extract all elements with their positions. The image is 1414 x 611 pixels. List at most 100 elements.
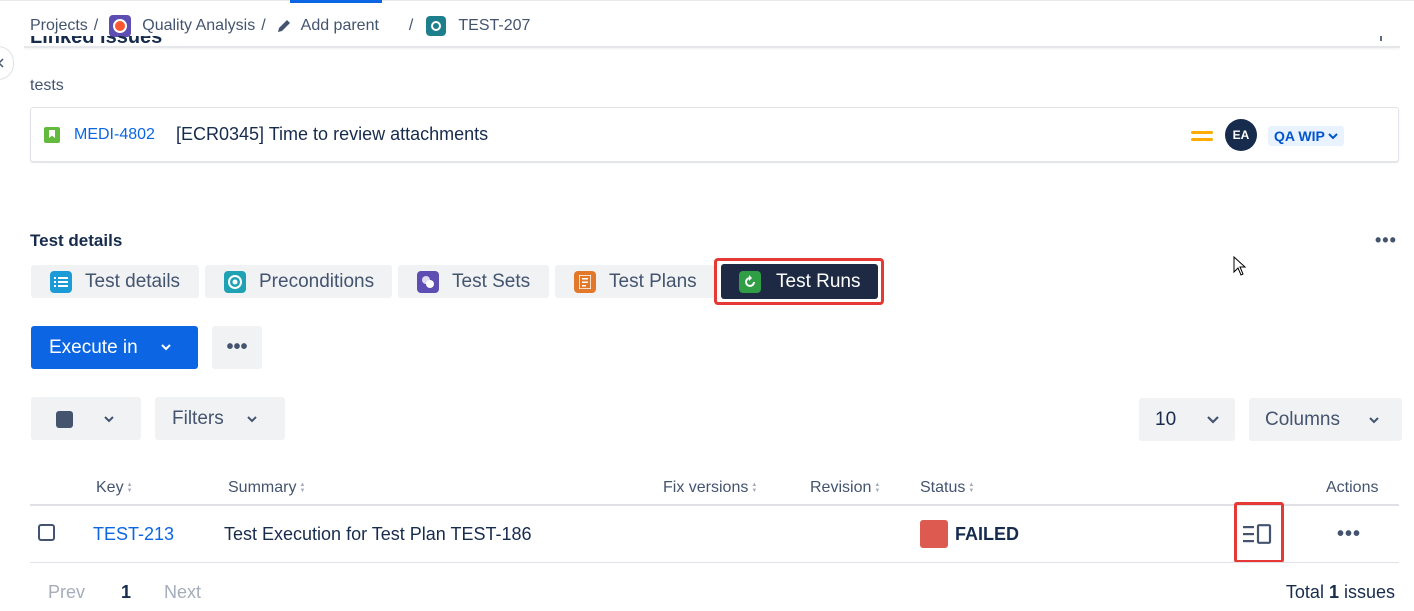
chevron-down-icon <box>1207 416 1219 424</box>
linked-issue-summary[interactable]: [ECR0345] Time to review attachments <box>176 124 488 145</box>
project-avatar-icon <box>109 15 132 37</box>
more-actions-button[interactable]: ••• <box>212 326 262 369</box>
row-status: FAILED <box>955 524 1020 544</box>
tab-test-sets[interactable]: Test Sets <box>398 265 549 298</box>
tab-test-runs[interactable]: Test Runs <box>721 264 878 299</box>
linked-issues-title: Linked issues <box>30 36 163 48</box>
breadcrumb-separator: / <box>93 17 99 34</box>
test-details-more-button[interactable]: ••• <box>1375 230 1397 251</box>
column-header-actions: Actions <box>1326 479 1378 497</box>
total-issues-label: Total 1 issues <box>1286 582 1395 603</box>
total-prefix: Total <box>1285 582 1324 602</box>
execution-details-icon[interactable] <box>1243 524 1273 544</box>
column-header-label: Revision <box>810 479 872 496</box>
columns-label: Columns <box>1265 408 1340 430</box>
execute-in-button[interactable]: Execute in <box>31 326 198 369</box>
tab-label: Test Runs <box>776 270 861 292</box>
breadcrumb-project[interactable]: Quality Analysis <box>106 15 255 37</box>
column-header-label: Actions <box>1326 479 1379 496</box>
test-run-icon <box>739 270 761 293</box>
priority-medium-icon <box>1191 128 1213 144</box>
column-header-label: Status <box>920 479 966 496</box>
columns-button[interactable]: Columns <box>1249 398 1402 441</box>
pencil-icon <box>276 18 292 34</box>
chevron-left-icon <box>0 58 4 68</box>
page-size-select[interactable]: 10 <box>1139 398 1235 441</box>
sort-icon: ▲ ▼ <box>874 482 881 494</box>
story-icon <box>44 127 60 143</box>
tab-label: Test Sets <box>452 270 531 292</box>
breadcrumb-separator: / <box>261 17 266 34</box>
header-divider <box>24 46 1400 48</box>
plus-icon: + <box>1374 36 1388 47</box>
tab-preconditions[interactable]: Preconditions <box>205 265 392 298</box>
column-header-label: Fix versions <box>663 479 749 496</box>
filters-button[interactable]: Filters <box>155 397 285 440</box>
breadcrumb-projects[interactable]: Projects <box>30 17 88 35</box>
tab-test-plans[interactable]: Test Plans <box>555 265 715 298</box>
total-suffix: issues <box>1343 582 1395 602</box>
column-header-key[interactable]: Key ▲ ▼ <box>96 479 133 497</box>
top-border <box>0 0 1414 3</box>
breadcrumb-issue-key: TEST-207 <box>458 17 531 34</box>
status-color-swatch <box>920 520 948 548</box>
row-checkbox[interactable] <box>38 524 55 541</box>
chevron-down-icon <box>161 344 171 351</box>
link-relation-label: tests <box>30 77 64 94</box>
column-header-status[interactable]: Status ▲ ▼ <box>920 479 974 497</box>
breadcrumb: Projects / Quality Analysis / Add parent… <box>30 14 530 38</box>
add-parent-link[interactable]: Add parent <box>274 17 379 35</box>
column-header-label: Key <box>96 479 124 496</box>
list-icon <box>50 270 72 293</box>
chevron-down-icon <box>1369 417 1379 424</box>
add-linked-issue-button[interactable]: + <box>1374 36 1388 47</box>
linked-issue-key[interactable]: MEDI-4802 <box>74 126 155 144</box>
page-number-button[interactable]: 1 <box>121 582 131 603</box>
row-actions-button[interactable]: ••• <box>1337 523 1361 546</box>
tab-label: Preconditions <box>259 270 375 292</box>
execute-in-label: Execute in <box>49 336 138 358</box>
test-issue-type-icon <box>426 16 447 36</box>
table-row-divider <box>30 562 1399 563</box>
column-header-fix-versions[interactable]: Fix versions ▲ ▼ <box>663 479 757 497</box>
prev-page-button[interactable]: Prev <box>48 582 85 603</box>
breadcrumb-separator: / <box>408 17 414 34</box>
test-plan-icon <box>574 270 596 293</box>
breadcrumb-issue[interactable]: TEST-207 <box>426 16 530 36</box>
next-page-button[interactable]: Next <box>164 582 201 603</box>
page-size-value: 10 <box>1155 408 1177 430</box>
sort-icon: ▲ ▼ <box>751 482 758 494</box>
table-header-divider <box>30 504 1399 506</box>
row-key-link[interactable]: TEST-213 <box>93 524 174 545</box>
sort-icon: ▲ ▼ <box>299 482 306 494</box>
sort-icon: ▲ ▼ <box>126 482 133 494</box>
linked-issue-card[interactable]: MEDI-4802 [ECR0345] Time to review attac… <box>30 107 1399 162</box>
column-header-label: Summary <box>228 479 297 496</box>
assignee-avatar[interactable]: EA <box>1225 119 1257 151</box>
chevron-down-icon <box>104 416 114 423</box>
sidebar-collapse-button[interactable] <box>0 46 14 80</box>
total-count: 1 <box>1328 582 1339 602</box>
tab-label: Test details <box>85 270 181 292</box>
linked-issues-heading: Linked issues <box>30 36 162 48</box>
chevron-down-icon <box>1328 132 1338 139</box>
tab-test-details[interactable]: Test details <box>31 265 199 298</box>
mouse-cursor-icon <box>1233 256 1247 276</box>
add-parent-label: Add parent <box>300 17 379 34</box>
chevron-down-icon <box>247 416 257 423</box>
select-all-dropdown[interactable] <box>31 397 141 440</box>
sort-icon: ▲ ▼ <box>968 482 975 494</box>
breadcrumb-project-label: Quality Analysis <box>142 17 256 34</box>
test-details-heading: Test details <box>30 231 123 250</box>
column-header-summary[interactable]: Summary ▲ ▼ <box>228 479 305 497</box>
active-tab-indicator <box>290 0 382 3</box>
precondition-icon <box>224 270 246 293</box>
filters-label: Filters <box>172 407 224 429</box>
linked-issue-status-label: QA WIP <box>1274 128 1325 144</box>
row-summary: Test Execution for Test Plan TEST-186 <box>224 524 532 544</box>
column-header-revision[interactable]: Revision ▲ ▼ <box>810 479 880 497</box>
linked-issue-status-dropdown[interactable]: QA WIP <box>1268 126 1344 146</box>
select-all-checkbox-icon <box>56 411 73 428</box>
tab-label: Test Plans <box>609 270 697 292</box>
test-set-icon <box>417 270 439 293</box>
